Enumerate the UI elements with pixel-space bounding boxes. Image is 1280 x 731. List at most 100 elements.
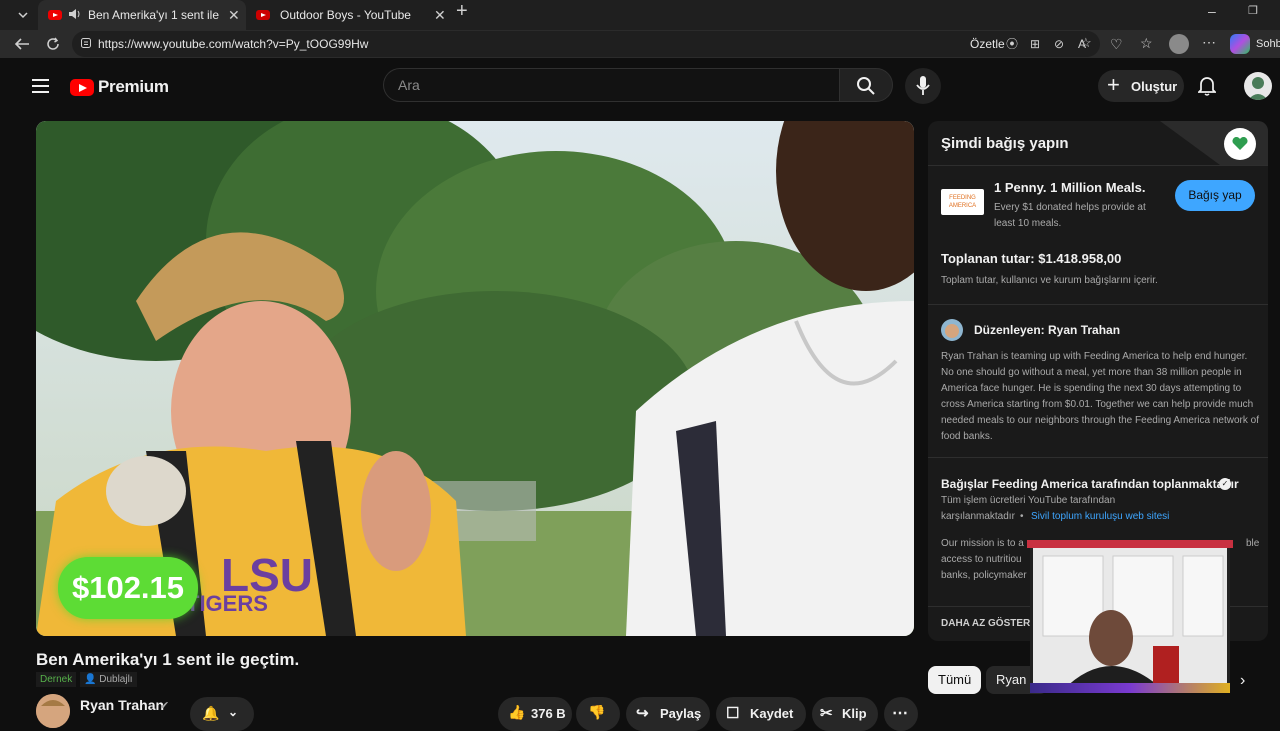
channel-avatar[interactable] — [36, 694, 70, 728]
summarize-icon[interactable]: ⦿ — [1006, 37, 1018, 51]
save-button[interactable]: ☐ Kaydet — [716, 697, 806, 731]
tab-title: Outdoor Boys - YouTube — [280, 8, 411, 22]
account-avatar[interactable] — [1244, 72, 1272, 100]
shirt-text-tigers: TIGERS — [186, 591, 268, 616]
feeding-america-logo[interactable]: FEEDING AMERICA — [941, 189, 984, 215]
tab-outdoor-boys[interactable]: Outdoor Boys - YouTube ✕ — [246, 0, 446, 30]
tab-title: Ben Amerika'yı 1 sent ile geçtim — [88, 8, 222, 22]
raised-amount: Toplanan tutar: $1.418.958,00 — [941, 251, 1122, 266]
url-text: https://www.youtube.com/watch?v=Py_tOOG9… — [98, 37, 369, 51]
plus-icon: + — [1107, 72, 1120, 97]
reload-icon[interactable] — [46, 37, 60, 53]
copilot-label[interactable]: Sohb — [1256, 38, 1280, 50]
search-icon — [857, 77, 875, 95]
donate-button[interactable]: Bağış yap — [1175, 180, 1255, 211]
clip-button[interactable]: ✂ Klip — [812, 697, 878, 731]
back-icon[interactable] — [14, 37, 30, 53]
youtube-header: Premium + Oluştur — [8, 62, 1280, 114]
site-info-icon[interactable] — [80, 37, 92, 52]
save-label: Kaydet — [750, 706, 794, 721]
chevron-down-icon: ⌄ — [228, 705, 239, 719]
divider — [928, 457, 1268, 458]
more-actions-button[interactable]: ⋯ — [884, 697, 918, 731]
hamburger-menu-icon[interactable] — [32, 79, 49, 98]
audio-playing-icon[interactable] — [68, 8, 82, 23]
tab-video[interactable]: Ben Amerika'yı 1 sent ile geçtim ✕ — [38, 0, 246, 30]
campaign-description: Ryan Trahan is teaming up with Feeding A… — [941, 351, 1259, 442]
more-options-icon[interactable]: ⋯ — [1202, 35, 1216, 49]
share-arrow-icon: ↪ — [636, 705, 649, 722]
like-count: 376 B — [531, 706, 566, 721]
campaign-title: 1 Penny. 1 Million Meals. — [994, 180, 1146, 195]
notifications-bell-icon[interactable] — [1196, 76, 1218, 101]
verified-check-icon: ✓ — [1219, 478, 1231, 490]
overlay-frame-top — [1027, 540, 1233, 548]
nonprofit-website-link[interactable]: Sivil toplum kuruluşu web sitesi — [1031, 509, 1169, 525]
thumbs-down-icon: 👎 — [588, 704, 606, 720]
youtube-favicon-icon — [256, 10, 270, 20]
mission-tail: ble — [1246, 538, 1260, 549]
amount-overlay-badge: $102.15 — [58, 557, 198, 619]
youtube-logo-text[interactable]: Premium — [98, 77, 169, 97]
app-available-icon[interactable]: ⊞ — [1030, 37, 1040, 51]
copilot-icon[interactable] — [1230, 34, 1250, 54]
tab-close-icon[interactable]: ✕ — [434, 7, 446, 24]
tracking-prevention-icon[interactable]: ⊘ — [1054, 37, 1064, 51]
dub-person-icon: 👤 — [84, 674, 97, 685]
address-bar[interactable]: https://www.youtube.com/watch?v=Py_tOOG9… — [72, 31, 1100, 57]
browser-toolbar: https://www.youtube.com/watch?v=Py_tOOG9… — [0, 30, 1280, 58]
search-box — [383, 68, 839, 102]
search-button[interactable] — [839, 68, 893, 102]
organizer-label: Düzenleyen: Ryan Trahan — [974, 323, 1121, 337]
chip-all[interactable]: Tümü — [928, 666, 982, 694]
microphone-icon — [916, 76, 930, 95]
share-label: Paylaş — [660, 706, 702, 721]
youtube-favicon-icon — [48, 10, 62, 20]
chips-next-chevron-icon[interactable]: › — [1240, 672, 1245, 690]
channel-name[interactable]: Ryan Trahan — [80, 697, 164, 713]
streamer-webcam-overlay — [1027, 540, 1233, 693]
create-label: Oluştur — [1131, 79, 1178, 94]
tab-list-chevron-icon[interactable] — [16, 8, 30, 24]
campaign-subtitle: Every $1 donated helps provide at least … — [994, 202, 1146, 229]
restore-window-icon[interactable]: ❐ — [1248, 4, 1258, 18]
browser-tab-bar: Ben Amerika'yı 1 sent ile geçtim ✕ Outdo… — [0, 0, 1280, 30]
video-title: Ben Amerika'yı 1 sent ile geçtim. — [36, 650, 300, 669]
profile-avatar[interactable] — [1169, 34, 1189, 54]
mission-line-3: banks, policymaker — [941, 570, 1027, 581]
organizer-avatar[interactable] — [941, 319, 963, 341]
divider — [928, 304, 1268, 305]
favorite-star-icon[interactable]: ☆ — [1080, 36, 1092, 50]
nonprofit-tag[interactable]: Dernek — [36, 672, 77, 687]
minimize-icon[interactable]: – — [1208, 4, 1216, 18]
tab-close-icon[interactable]: ✕ — [228, 7, 240, 24]
mission-line-1: Our mission is to a — [941, 538, 1024, 549]
bell-icon: 🔔 — [202, 705, 220, 721]
bullet-separator: • — [1020, 511, 1024, 522]
video-player[interactable]: LSU TIGERS $102.15 — [36, 121, 914, 636]
favorites-icon[interactable]: ☆ — [1140, 36, 1153, 50]
logo-line-1: FEEDING — [949, 195, 976, 201]
create-button[interactable]: + Oluştur — [1098, 70, 1184, 102]
scissors-icon: ✂ — [820, 705, 833, 722]
more-horizontal-icon: ⋯ — [892, 705, 908, 722]
collected-by-label: Bağışlar Feeding America tarafından topl… — [941, 477, 1239, 491]
like-button[interactable]: 👍 376 B — [498, 697, 572, 731]
clip-label: Klip — [842, 706, 867, 721]
summarize-button[interactable]: Özetle — [970, 37, 1005, 51]
youtube-logo-icon[interactable] — [70, 79, 94, 96]
dislike-button[interactable]: 👎 — [576, 697, 620, 731]
subscribe-bell-button[interactable]: 🔔 ⌄ — [190, 697, 254, 731]
voice-search-button[interactable] — [905, 68, 941, 104]
donate-heart-icon[interactable] — [1224, 128, 1256, 160]
dubbed-tag[interactable]: 👤 Dublajlı — [80, 672, 137, 687]
raised-note: Toplam tutar, kullanıcı ve kurum bağışla… — [941, 275, 1158, 286]
show-less-button[interactable]: DAHA AZ GÖSTER — [941, 618, 1030, 629]
browser-essentials-icon[interactable]: ♡ — [1110, 37, 1123, 51]
new-tab-icon[interactable]: + — [456, 1, 468, 21]
thumbs-up-icon: 👍 — [508, 704, 526, 720]
save-playlist-icon: ☐ — [726, 705, 740, 722]
search-input[interactable] — [398, 77, 818, 93]
divider — [928, 165, 1268, 166]
share-button[interactable]: ↪ Paylaş — [626, 697, 710, 731]
